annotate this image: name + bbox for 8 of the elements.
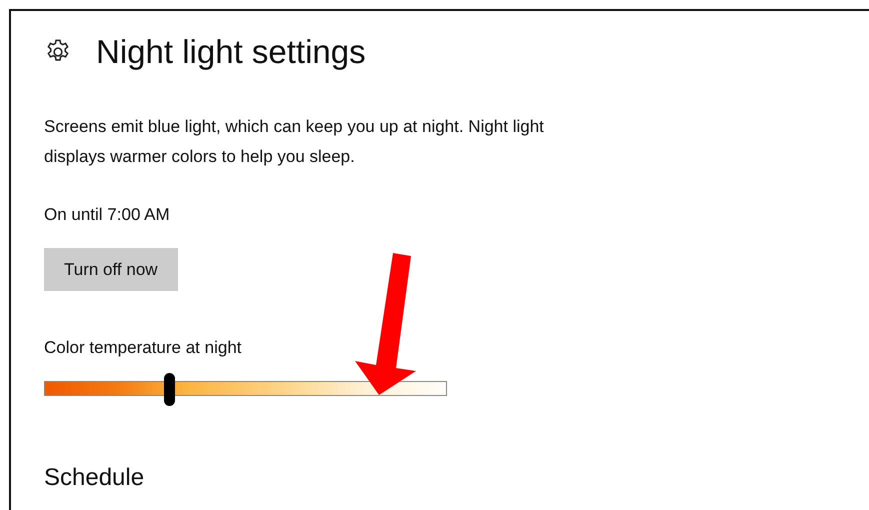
status-text: On until 7:00 AM — [44, 204, 171, 226]
description-text: Screens emit blue light, which can keep you up at night. Night light displays warmer colors to help you sleep. — [44, 116, 545, 168]
color-temperature-slider[interactable] — [44, 370, 447, 406]
slider-thumb[interactable] — [164, 372, 176, 406]
slider-label: Color temperature at night — [44, 337, 242, 359]
page-title: Night light settings — [96, 35, 366, 68]
turn-off-button[interactable]: Turn off now — [44, 248, 178, 291]
section-heading: Schedule — [44, 466, 146, 490]
